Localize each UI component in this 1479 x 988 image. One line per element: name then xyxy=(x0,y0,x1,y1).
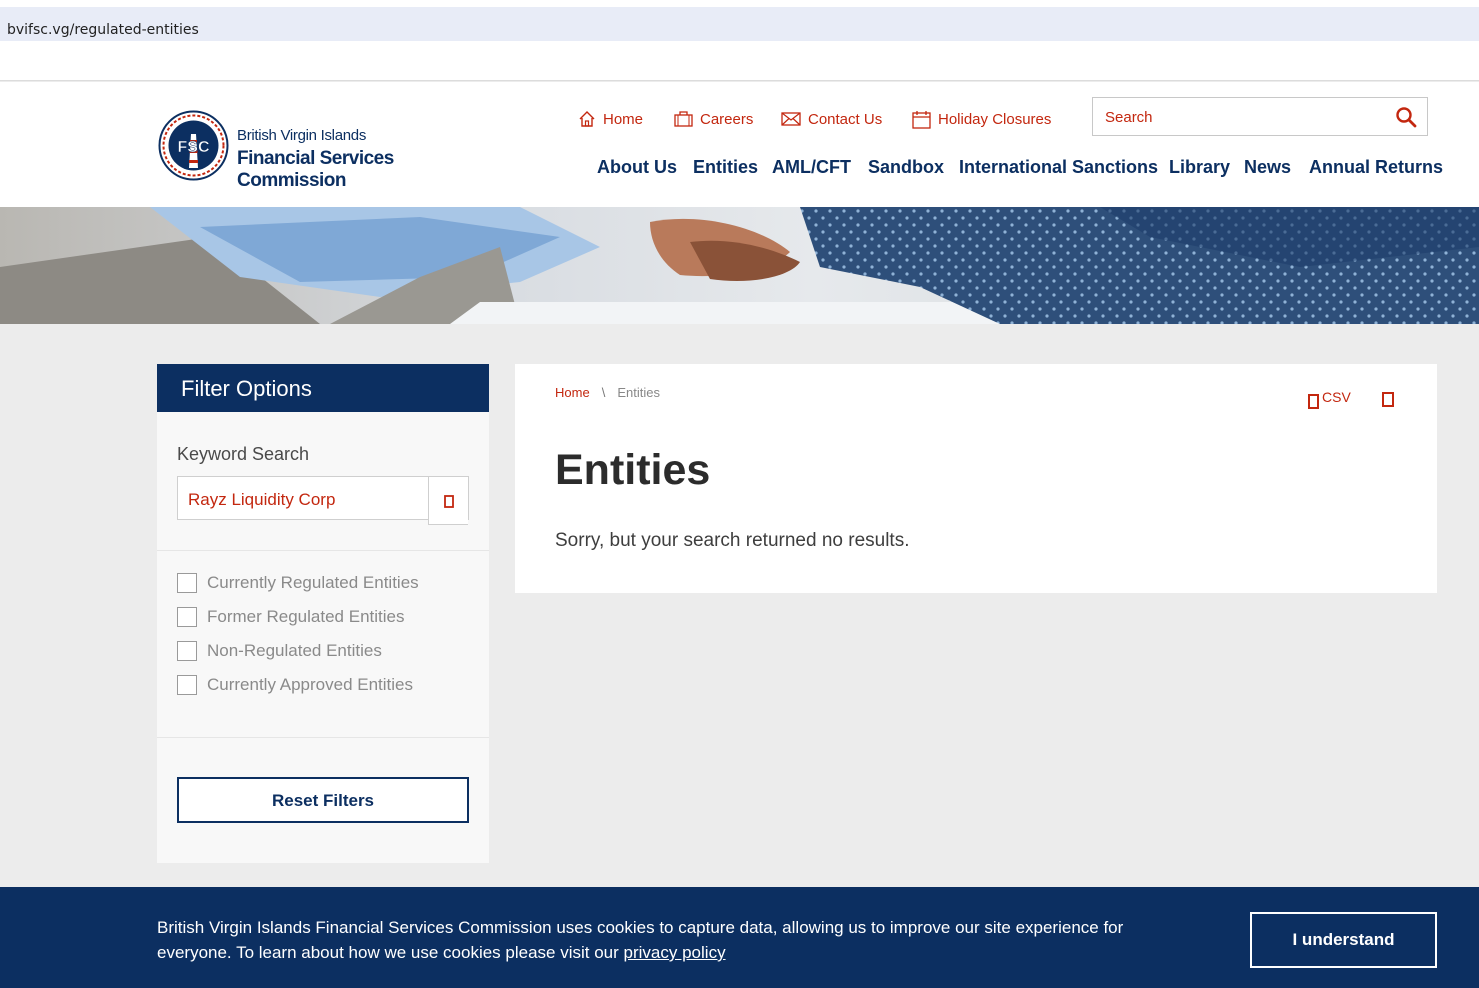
cookie-banner: British Virgin Islands Financial Service… xyxy=(0,887,1479,988)
search-submit-icon xyxy=(444,495,454,508)
fsc-seal-icon: FSC xyxy=(158,110,229,181)
privacy-policy-link[interactable]: privacy policy xyxy=(624,943,726,962)
page-title: Entities xyxy=(555,446,711,494)
hero-banner-image xyxy=(0,207,1479,324)
home-icon xyxy=(579,111,595,127)
top-nav-home[interactable]: Home xyxy=(578,109,643,129)
csv-export-button[interactable]: CSV xyxy=(1308,389,1351,409)
sidebar-divider xyxy=(157,550,489,551)
top-nav-holiday-label: Holiday Closures xyxy=(938,110,1052,128)
checkbox-box[interactable] xyxy=(177,573,197,593)
top-nav-careers-label: Careers xyxy=(700,110,754,128)
keyword-search-input[interactable]: Rayz Liquidity Corp xyxy=(177,476,469,525)
checkbox-box[interactable] xyxy=(177,675,197,695)
checkbox-label: Currently Regulated Entities xyxy=(207,573,419,592)
top-nav-contact[interactable]: Contact Us xyxy=(781,109,882,129)
main-nav-international-sanctions[interactable]: International Sanctions xyxy=(959,157,1158,178)
browser-address-bar: bvifsc.vg/regulated-entities xyxy=(0,0,1479,41)
csv-label: CSV xyxy=(1322,389,1351,405)
results-panel: Home \ Entities CSV Entities Sorry, but … xyxy=(515,364,1437,593)
checkbox-box[interactable] xyxy=(177,641,197,661)
calendar-icon xyxy=(912,110,931,129)
top-nav-contact-label: Contact Us xyxy=(808,110,883,128)
filter-title: Filter Options xyxy=(181,376,312,401)
checkbox-former-regulated[interactable]: Former Regulated Entities xyxy=(177,606,404,628)
main-nav-library[interactable]: Library xyxy=(1169,157,1230,178)
checkbox-label: Former Regulated Entities xyxy=(207,607,405,626)
checkbox-label: Currently Approved Entities xyxy=(207,675,413,694)
keyword-search-label: Keyword Search xyxy=(177,444,310,464)
main-nav-annual-returns[interactable]: Annual Returns xyxy=(1309,157,1443,178)
search-icon[interactable] xyxy=(1395,106,1417,128)
breadcrumb-separator: \ xyxy=(601,385,606,400)
main-nav-aml-cft[interactable]: AML/CFT xyxy=(772,157,851,178)
search-placeholder: Search xyxy=(1105,109,1153,126)
url-text[interactable]: bvifsc.vg/regulated-entities xyxy=(7,22,199,38)
cookie-accept-label: I understand xyxy=(1292,930,1395,949)
site-search-input[interactable]: Search xyxy=(1092,97,1428,136)
checkbox-currently-regulated[interactable]: Currently Regulated Entities xyxy=(177,572,419,594)
print-icon[interactable] xyxy=(1382,392,1394,407)
reset-filters-label: Reset Filters xyxy=(271,791,375,810)
reset-filters-button[interactable]: Reset Filters xyxy=(177,777,469,823)
checkbox-non-regulated[interactable]: Non-Regulated Entities xyxy=(177,640,382,662)
main-nav-sandbox[interactable]: Sandbox xyxy=(868,157,944,178)
top-nav-holiday[interactable]: Holiday Closures xyxy=(912,109,1051,129)
cookie-text-block: British Virgin Islands Financial Service… xyxy=(157,915,1197,965)
checkbox-label: Non-Regulated Entities xyxy=(207,641,382,660)
checkbox-box[interactable] xyxy=(177,607,197,627)
keyword-search-button[interactable] xyxy=(428,477,468,525)
briefcase-icon xyxy=(674,111,693,127)
sidebar-divider xyxy=(157,737,489,738)
logo-line2: Financial Services Commission xyxy=(237,148,394,191)
main-nav-news[interactable]: News xyxy=(1244,157,1291,178)
keyword-search-value[interactable]: Rayz Liquidity Corp xyxy=(188,490,335,510)
envelope-icon xyxy=(781,112,801,126)
seal-text: FSC xyxy=(178,139,210,156)
main-nav-entities[interactable]: Entities xyxy=(693,157,758,178)
no-results-message: Sorry, but your search returned no resul… xyxy=(555,530,910,551)
top-nav-home-label: Home xyxy=(603,110,644,128)
filter-sidebar: Filter Options Keyword Search Rayz Liqui… xyxy=(157,364,489,863)
cookie-accept-button[interactable]: I understand xyxy=(1250,912,1437,968)
site-header: FSC British Virgin Islands Financial Ser… xyxy=(0,82,1479,207)
logo-line1: British Virgin Islands xyxy=(237,127,367,144)
site-logo[interactable]: FSC British Virgin Islands Financial Ser… xyxy=(158,110,458,191)
csv-icon xyxy=(1308,394,1319,409)
breadcrumb-home[interactable]: Home xyxy=(555,385,590,400)
top-nav-careers[interactable]: Careers xyxy=(674,109,753,129)
breadcrumb-current: Entities xyxy=(617,385,660,400)
top-spacer xyxy=(0,41,1479,81)
main-nav-about-us[interactable]: About Us xyxy=(597,157,677,178)
filter-header: Filter Options xyxy=(157,364,489,412)
breadcrumb: Home \ Entities xyxy=(555,385,660,400)
address-strip[interactable]: bvifsc.vg/regulated-entities xyxy=(0,7,1479,41)
checkbox-currently-approved[interactable]: Currently Approved Entities xyxy=(177,674,413,696)
